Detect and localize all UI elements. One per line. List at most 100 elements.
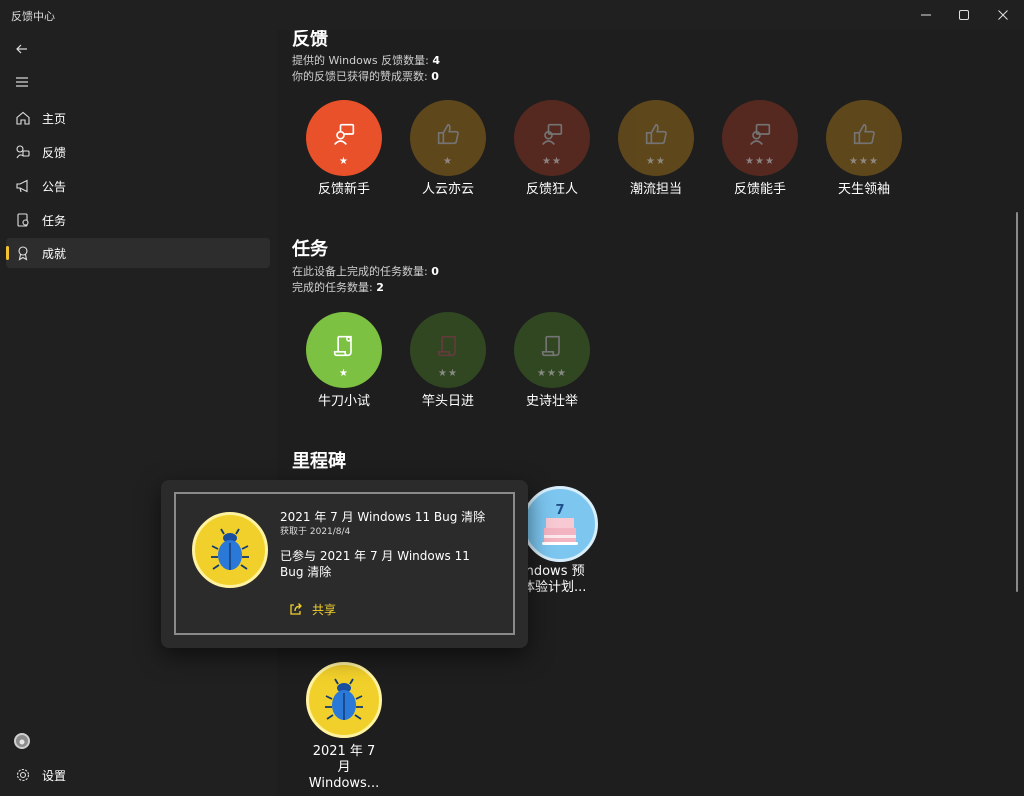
badge-stars: ★ (339, 368, 349, 379)
maximize-button[interactable] (944, 0, 984, 30)
quest-count-label: 完成的任务数量: (292, 281, 377, 294)
achievement-detail-popup: 2021 年 7 月 Windows 11 Bug 清除 获取于 2021/8/… (161, 480, 528, 648)
badge-born-leader[interactable]: ★★★ 天生领袖 (809, 100, 919, 200)
menu-button[interactable] (6, 68, 38, 96)
sidebar-item-quests[interactable]: 任务 (6, 205, 270, 235)
badge-feedback-newbie[interactable]: ★ 反馈新手 (289, 100, 399, 200)
bug-icon (325, 678, 363, 720)
badge-stars: ★ (339, 156, 349, 167)
badge-label: 竿头日进 (421, 394, 474, 409)
sidebar-item-label: 反馈 (42, 146, 67, 160)
gear-icon (15, 767, 31, 783)
device-quest-count-label: 在此设备上完成的任务数量: (292, 265, 432, 278)
share-button[interactable]: 共享 (288, 598, 336, 620)
content-scrollbar[interactable] (1016, 212, 1018, 592)
avatar[interactable] (14, 733, 30, 749)
badge-stars: ★★★ (745, 156, 775, 167)
badge-stars: ★ (443, 156, 453, 167)
feedback-icon (542, 123, 563, 146)
bug-icon (211, 528, 249, 570)
maximize-icon (959, 10, 969, 20)
scroll-icon (541, 335, 560, 357)
badge-label: 天生领袖 (837, 182, 890, 197)
title-bar: 反馈中心 (0, 0, 1024, 30)
back-arrow-icon (16, 44, 27, 54)
badge-follower[interactable]: ★ 人云亦云 (393, 100, 503, 200)
popup-badge (192, 512, 268, 588)
minimize-icon (921, 14, 931, 16)
sidebar-item-feedback[interactable]: 反馈 (6, 137, 270, 167)
sidebar-item-label: 任务 (42, 214, 67, 228)
badge-stars: ★★ (646, 156, 666, 167)
navigation-sidebar: 主页 反馈 公告 任务 成就 设置 (0, 30, 277, 796)
hamburger-icon (16, 77, 28, 87)
device-quest-count-value: 0 (431, 265, 439, 278)
sidebar-item-announcements[interactable]: 公告 (6, 171, 270, 201)
badge-label: 反馈新手 (317, 182, 370, 197)
back-button[interactable] (6, 35, 38, 63)
badge-label: 2021 年 7 月 Windows... (306, 744, 382, 792)
sidebar-item-label: 公告 (42, 180, 67, 194)
quest-count-value: 2 (376, 281, 384, 294)
badge-trendsetter[interactable]: ★★ 潮流担当 (601, 100, 711, 200)
share-label: 共享 (312, 602, 337, 617)
close-button[interactable] (983, 0, 1023, 30)
thumbs-up-icon (853, 123, 875, 145)
upvote-count-value: 0 (431, 70, 439, 83)
popup-title: 2021 年 7 月 Windows 11 Bug 清除 (280, 510, 486, 524)
feedback-section-title: 反馈 (292, 30, 328, 50)
feedback-icon (750, 123, 771, 146)
settings-button[interactable]: 设置 (6, 760, 270, 790)
share-icon (290, 603, 302, 615)
selection-indicator (6, 246, 9, 260)
birthday-cake-icon: 7 (542, 503, 578, 545)
feedback-count-label: 提供的 Windows 反馈数量: (292, 54, 433, 67)
badge-label: 反馈能手 (733, 182, 786, 197)
device-quest-count-line: 在此设备上完成的任务数量: 0 (292, 263, 439, 279)
sidebar-item-label: 主页 (42, 112, 67, 126)
badge-stars: ★★★ (537, 368, 567, 379)
user-avatar-icon (19, 739, 25, 745)
settings-label: 设置 (42, 769, 67, 783)
badge-feedback-fanatic[interactable]: ★★ 反馈狂人 (497, 100, 607, 200)
scroll-icon (437, 335, 456, 357)
badge-circle (306, 662, 382, 738)
thumbs-up-icon (645, 123, 667, 145)
thumbs-up-icon (437, 123, 459, 145)
badge-epic-feat[interactable]: ★★★ 史诗壮举 (497, 312, 607, 412)
quest-count-line: 完成的任务数量: 2 (292, 279, 384, 295)
badge-quest-progress[interactable]: ★★ 竿头日进 (393, 312, 503, 412)
badge-label-line1: 2021 年 7 月 (312, 744, 376, 775)
badge-label-line2: Windows... (308, 776, 380, 791)
minimize-button[interactable] (906, 0, 946, 30)
badge-label: 人云亦云 (421, 182, 474, 197)
badge-label-line2: 体验计划... (522, 580, 587, 595)
badge-label: 反馈狂人 (525, 182, 578, 197)
badge-insider-anniversary-label: indows 预 体验计划... (522, 564, 632, 596)
achievements-content: 反馈 提供的 Windows 反馈数量: 4 你的反馈已获得的赞成票数: 0 ★… (277, 30, 1024, 796)
megaphone-icon (15, 178, 31, 194)
sidebar-item-home[interactable]: 主页 (6, 103, 270, 133)
badge-label: 牛刀小试 (317, 394, 370, 409)
close-icon (998, 10, 1008, 20)
badge-insider-anniversary[interactable]: 7 (522, 486, 598, 562)
milestone-section-title: 里程碑 (292, 451, 346, 472)
scroll-icon (333, 335, 352, 357)
sidebar-item-label: 成就 (42, 247, 67, 261)
badge-label: 史诗壮举 (525, 394, 578, 409)
sidebar-item-achievements[interactable]: 成就 (6, 238, 270, 268)
upvote-count-label: 你的反馈已获得的赞成票数: (292, 70, 432, 83)
achievement-icon (15, 245, 31, 261)
quest-icon (15, 212, 31, 228)
popup-date: 获取于 2021/8/4 (280, 527, 351, 537)
feedback-icon (15, 144, 31, 160)
popup-focus-frame: 2021 年 7 月 Windows 11 Bug 清除 获取于 2021/8/… (174, 492, 515, 635)
badge-stars: ★★★ (849, 156, 879, 167)
badge-feedback-expert[interactable]: ★★★ 反馈能手 (705, 100, 815, 200)
home-icon (15, 110, 31, 126)
badge-stars: ★★ (438, 368, 458, 379)
badge-label-line1: indows 预 (522, 564, 585, 579)
feedback-count-value: 4 (432, 54, 440, 67)
badge-label: 潮流担当 (629, 182, 682, 197)
badge-first-quest[interactable]: ★ 牛刀小试 (289, 312, 399, 412)
